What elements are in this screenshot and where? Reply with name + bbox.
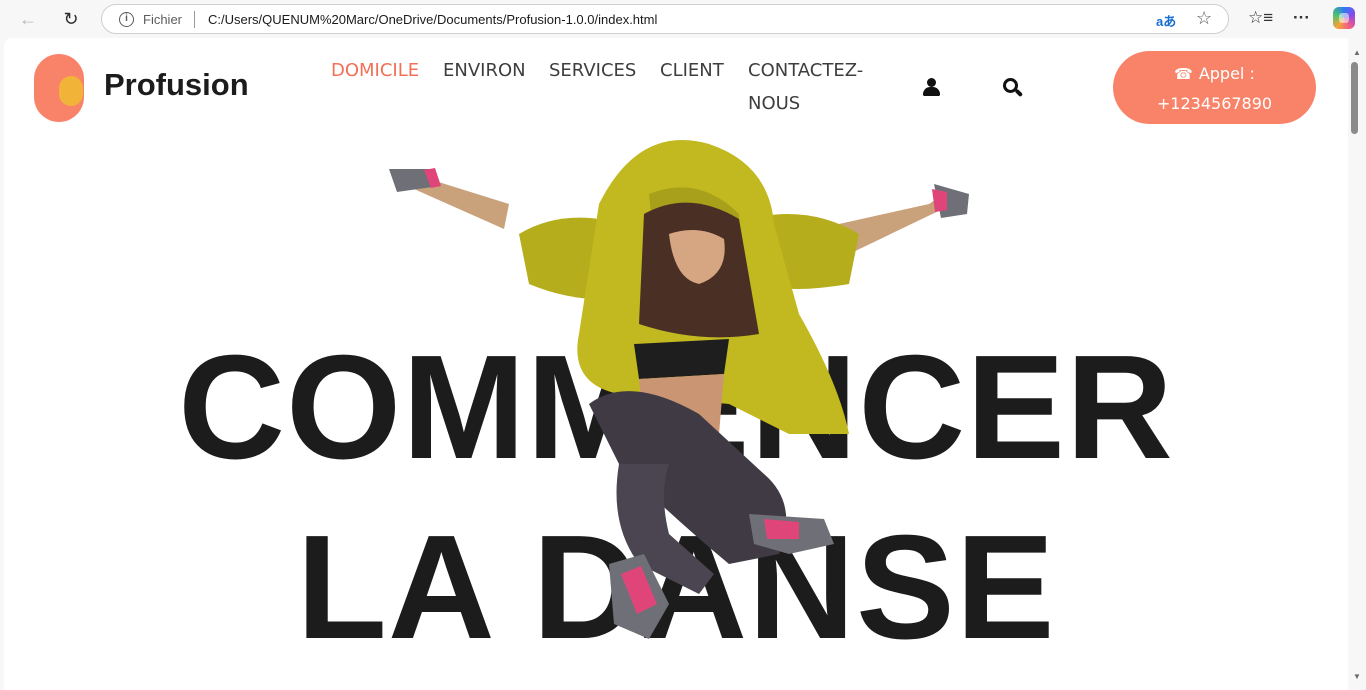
nav-link-client[interactable]: CLIENT bbox=[660, 60, 724, 81]
copilot-icon[interactable] bbox=[1333, 7, 1355, 29]
call-label: Appel : bbox=[1198, 64, 1255, 83]
search-icon-handle bbox=[1014, 88, 1024, 97]
nav-link-home[interactable]: DOMICILE bbox=[331, 60, 419, 81]
brand-logo-icon[interactable] bbox=[34, 54, 84, 122]
call-button[interactable]: ☎ Appel : +1234567890 bbox=[1113, 51, 1316, 124]
more-menu-icon[interactable]: ··· bbox=[1293, 8, 1310, 28]
address-bar[interactable]: i Fichier C:/Users/QUENUM%20Marc/OneDriv… bbox=[101, 4, 1229, 34]
favorites-list-icon[interactable]: ☆≡ bbox=[1248, 8, 1273, 28]
favorite-star-icon[interactable]: ☆ bbox=[1196, 8, 1212, 29]
scroll-up-arrow-icon[interactable]: ▲ bbox=[1353, 48, 1361, 57]
page-viewport: Profusion DOMICILE ENVIRON SERVICES CLIE… bbox=[4, 38, 1348, 690]
call-number: +1234567890 bbox=[1156, 94, 1273, 113]
logo-inner-shape bbox=[59, 76, 83, 106]
nav-link-services[interactable]: SERVICES bbox=[549, 60, 636, 81]
hero-dancer-image bbox=[389, 140, 969, 639]
scroll-down-arrow-icon[interactable]: ▼ bbox=[1353, 672, 1361, 681]
user-icon-body bbox=[923, 87, 940, 96]
scrollbar-thumb[interactable] bbox=[1351, 62, 1358, 134]
vertical-scrollbar[interactable]: ▲ ▼ bbox=[1348, 38, 1366, 690]
browser-toolbar: ← ↻ i Fichier C:/Users/QUENUM%20Marc/One… bbox=[0, 0, 1366, 38]
translate-icon[interactable]: aあ bbox=[1156, 11, 1176, 30]
nav-link-about[interactable]: ENVIRON bbox=[443, 60, 526, 81]
reload-icon[interactable]: ↻ bbox=[58, 7, 84, 31]
back-arrow-icon[interactable]: ← bbox=[15, 7, 41, 31]
nav-link-contact[interactable]: CONTACTEZ-NOUS bbox=[748, 54, 878, 120]
url-text[interactable]: C:/Users/QUENUM%20Marc/OneDrive/Document… bbox=[208, 12, 657, 27]
phone-icon: ☎ bbox=[1174, 65, 1193, 83]
address-separator bbox=[194, 11, 195, 28]
scheme-label: Fichier bbox=[143, 12, 183, 27]
brand-name[interactable]: Profusion bbox=[104, 67, 249, 103]
info-icon[interactable]: i bbox=[119, 12, 134, 27]
user-icon-head bbox=[927, 78, 936, 87]
search-icon[interactable] bbox=[1003, 78, 1024, 98]
